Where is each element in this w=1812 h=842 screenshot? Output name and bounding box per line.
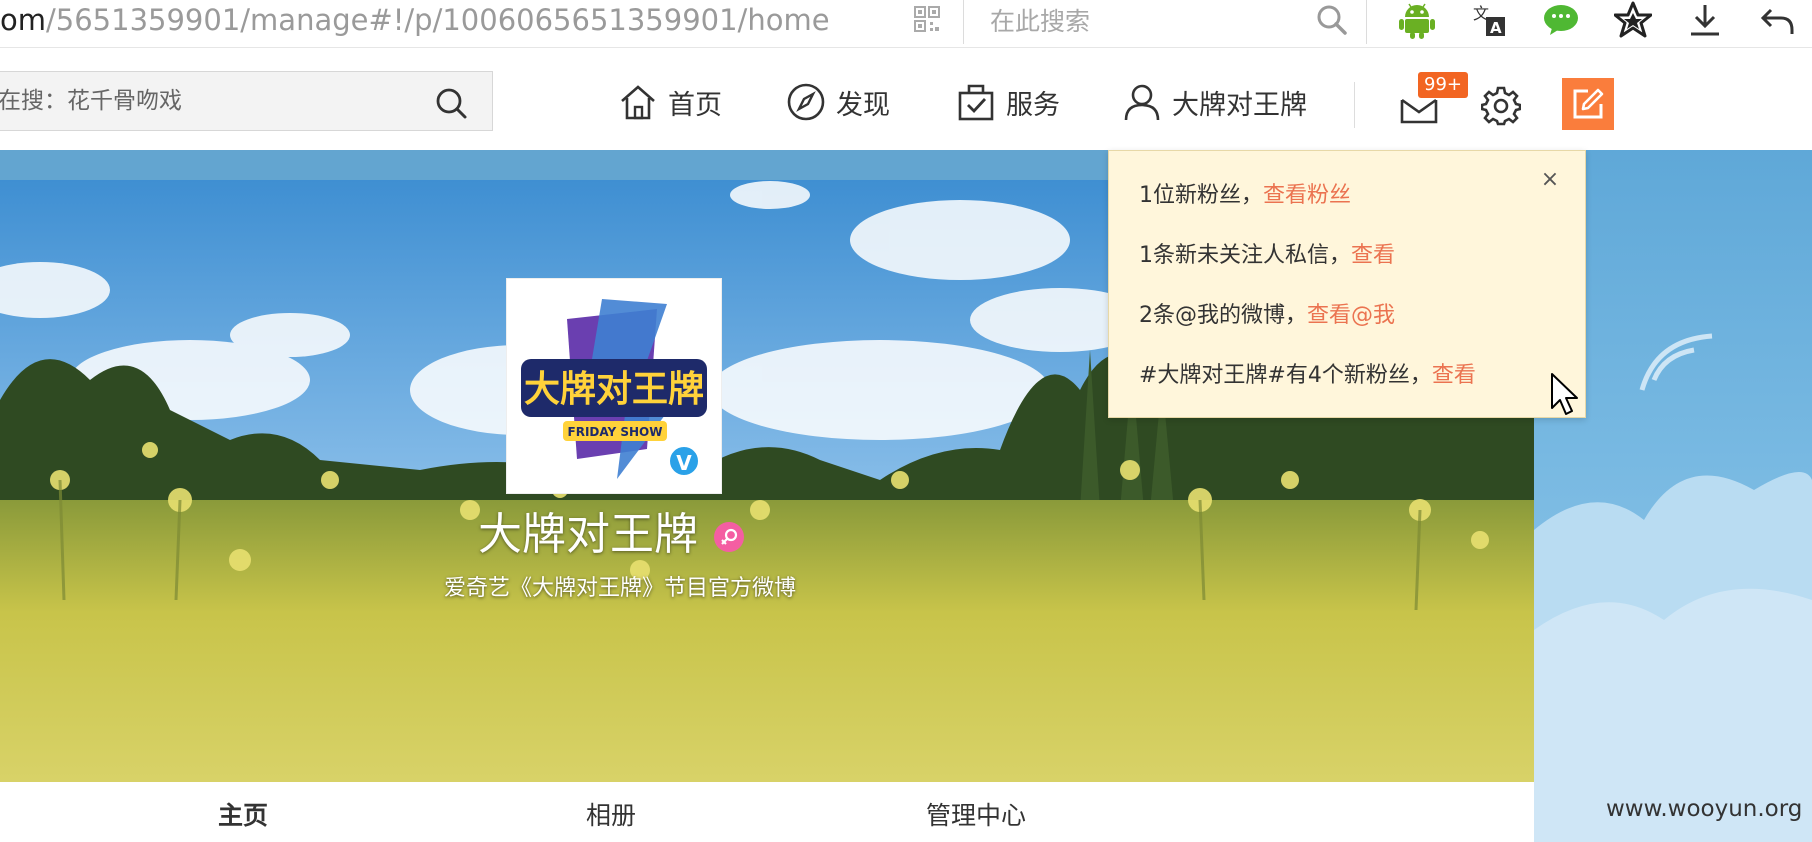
tab-home[interactable]: 主页 [218, 796, 268, 832]
address-bar[interactable]: om/5651359901/manage#!/p/100606565135990… [0, 0, 830, 44]
gear-icon [1480, 86, 1522, 126]
weibo-search-input[interactable] [0, 72, 418, 130]
notification-popup: × 1位新粉丝，查看粉丝 1条新未关注人私信，查看 2条@我的微博，查看@我 #… [1108, 150, 1586, 418]
view-topic-fans-link[interactable]: 查看 [1432, 363, 1476, 388]
compass-icon [787, 83, 825, 121]
nav-profile-label: 大牌对王牌 [1172, 89, 1307, 121]
nav-discover[interactable]: 发现 [786, 80, 890, 124]
tab-management-center[interactable]: 管理中心 [926, 796, 1026, 832]
nav-services-label: 服务 [1006, 89, 1060, 121]
tab-album[interactable]: 相册 [586, 796, 636, 832]
notification-text: 1条新未关注人私信， [1139, 243, 1351, 268]
logo-subtext: FRIDAY SHOW [568, 425, 663, 439]
undo-icon[interactable] [1756, 0, 1798, 40]
home-icon [621, 85, 655, 120]
toolbar-divider [963, 0, 964, 44]
nav-services[interactable]: 服务 [956, 80, 1060, 124]
message-count-badge: 99+ [1418, 72, 1468, 98]
nav-home[interactable]: 首页 [618, 80, 722, 124]
url-path: /5651359901/manage#!/p/1006065651359901/… [46, 3, 830, 37]
notification-item: 1位新粉丝，查看粉丝 [1139, 177, 1351, 209]
notification-text: 2条@我的微博， [1139, 303, 1307, 328]
browser-search-input[interactable] [990, 0, 1290, 42]
verified-badge-icon: V [668, 445, 700, 477]
profile-name: 大牌对王牌 [478, 509, 698, 560]
view-messages-link[interactable]: 查看 [1351, 243, 1395, 268]
notification-item: 1条新未关注人私信，查看 [1139, 237, 1395, 269]
bookmark-star-icon[interactable] [1612, 0, 1654, 40]
user-icon [1124, 84, 1160, 121]
weibo-top-nav: 首页 发现 服务 大牌对王牌 [0, 48, 1812, 150]
toolbar-divider [1366, 0, 1367, 44]
compose-button[interactable] [1562, 78, 1614, 130]
logo-text: 大牌对王牌 [524, 369, 704, 410]
browser-search-box[interactable] [966, 0, 1366, 42]
download-icon[interactable] [1684, 0, 1726, 40]
nav-home-label: 首页 [668, 89, 722, 121]
settings-button[interactable] [1480, 86, 1522, 126]
watermark-text: www.wooyun.org [1606, 796, 1803, 822]
service-bag-icon [958, 84, 994, 121]
browser-toolbar: om/5651359901/manage#!/p/100606565135990… [0, 0, 1812, 48]
wechat-icon[interactable] [1540, 0, 1582, 40]
search-icon[interactable] [1314, 2, 1350, 38]
translate-icon[interactable]: 文 A [1468, 0, 1510, 40]
notification-text: #大牌对王牌#有4个新粉丝， [1139, 363, 1432, 388]
search-icon[interactable] [434, 86, 468, 120]
profile-tabs: 主页 相册 管理中心 [0, 782, 1534, 842]
view-mentions-link[interactable]: 查看@我 [1307, 303, 1395, 328]
url-domain: om [0, 3, 46, 37]
svg-text:A: A [1490, 19, 1502, 37]
nav-profile[interactable]: 大牌对王牌 [1122, 80, 1307, 124]
qr-code-icon[interactable] [912, 4, 942, 34]
edit-icon [1573, 88, 1604, 119]
nav-discover-label: 发现 [836, 89, 890, 121]
nav-divider [1354, 82, 1355, 128]
profile-description: 爱奇艺《大牌对王牌》节目官方微博 [443, 576, 796, 601]
notification-item: 2条@我的微博，查看@我 [1139, 297, 1395, 329]
weibo-search-box[interactable] [0, 71, 493, 131]
mouse-cursor-icon [1551, 373, 1578, 415]
notification-item: #大牌对王牌#有4个新粉丝，查看 [1139, 357, 1476, 389]
close-icon[interactable]: × [1537, 167, 1563, 193]
android-icon[interactable] [1396, 0, 1438, 40]
page-root: om/5651359901/manage#!/p/100606565135990… [0, 0, 1812, 842]
notification-text: 1位新粉丝， [1139, 183, 1263, 208]
view-fans-link[interactable]: 查看粉丝 [1263, 183, 1351, 208]
female-gender-icon [714, 522, 744, 552]
